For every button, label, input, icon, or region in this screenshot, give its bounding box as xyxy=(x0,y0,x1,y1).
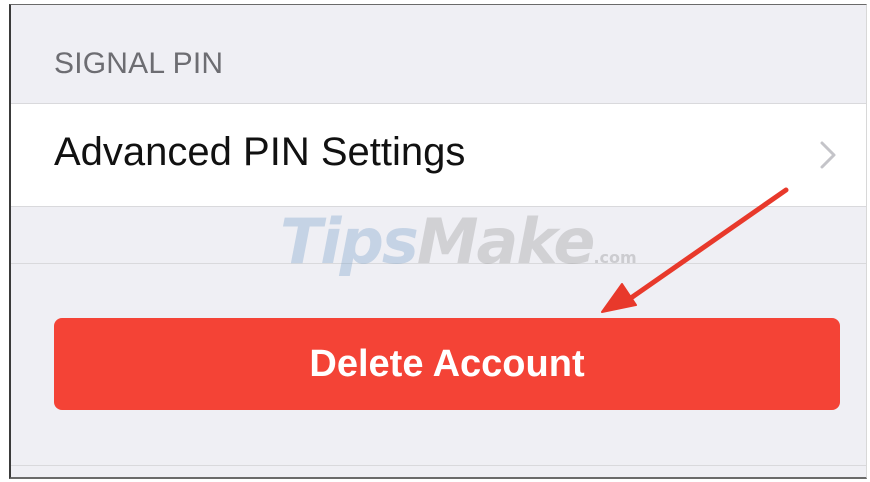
advanced-pin-settings-label: Advanced PIN Settings xyxy=(54,130,466,174)
chevron-right-icon xyxy=(820,141,836,169)
advanced-pin-settings-row[interactable]: Advanced PIN Settings xyxy=(11,103,866,207)
bottom-divider xyxy=(11,465,866,466)
section-divider xyxy=(11,263,866,264)
delete-account-button[interactable]: Delete Account xyxy=(54,318,840,410)
settings-screen: SIGNAL PIN Advanced PIN Settings Delete … xyxy=(9,4,867,479)
section-header-signal-pin: SIGNAL PIN xyxy=(54,47,224,80)
